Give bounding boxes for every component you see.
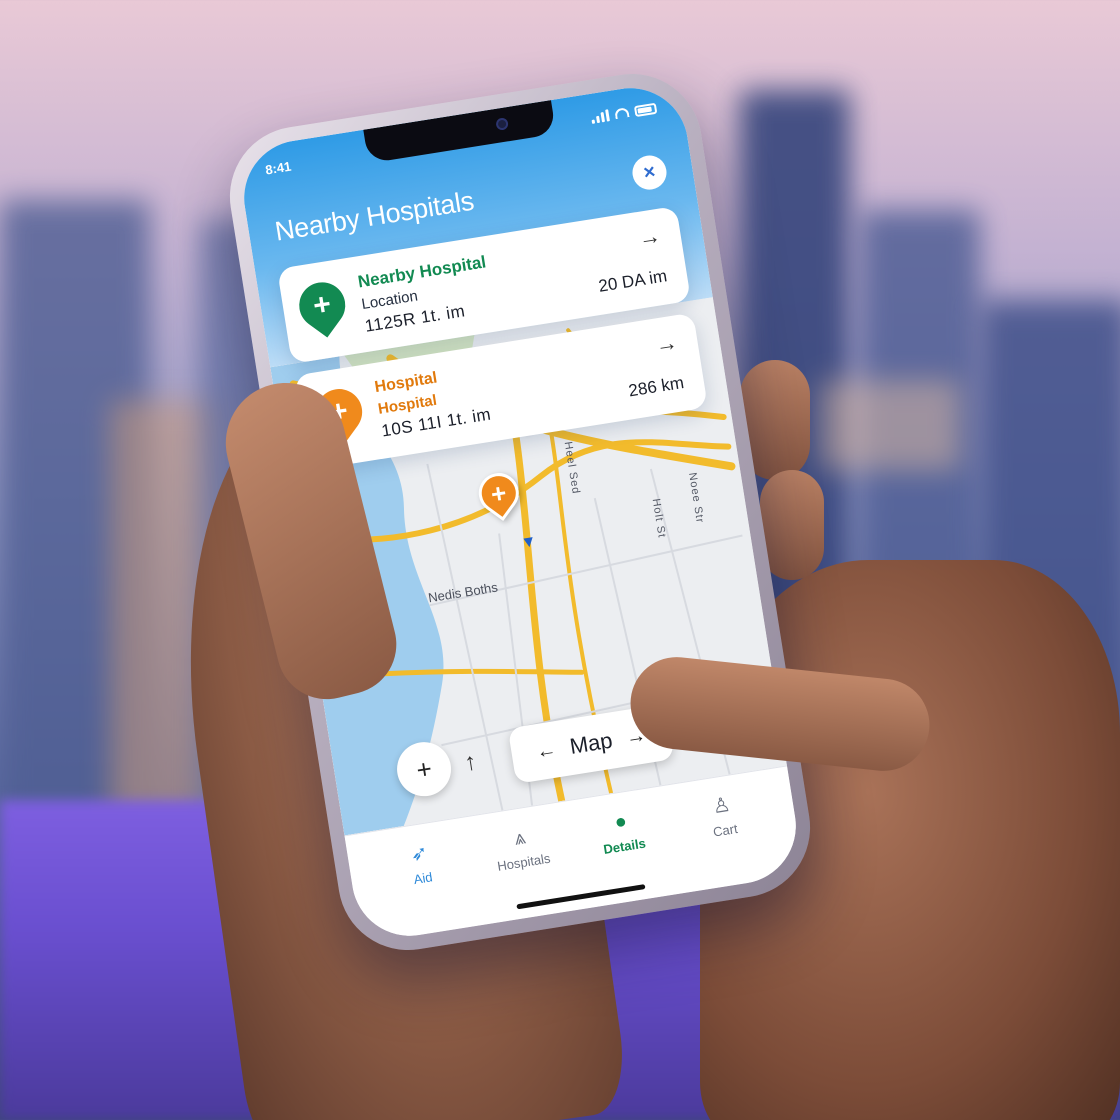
hospital-pin-icon: + [290,273,355,338]
tab-aid[interactable]: ➶ Aid [383,838,459,891]
camera-icon [495,117,509,131]
arrow-right-icon[interactable]: → [654,329,680,358]
status-icons [590,102,658,124]
arrow-right-icon[interactable]: → [637,223,663,252]
page-title: Nearby Hospitals [272,185,476,247]
tab-details[interactable]: ● Details [584,806,660,859]
person-icon: ♙ [710,793,733,819]
pin-icon: ● [613,810,629,834]
tab-label: Hospitals [496,850,552,874]
tab-label: Aid [412,869,434,888]
right-finger [760,470,824,580]
tab-label: Details [602,835,647,857]
tab-label: Cart [712,820,739,840]
signal-icon [590,109,610,124]
location-icon: ➶ [409,841,430,867]
hospital-icon: ⩓ [512,826,528,850]
map-toggle-label: Map [567,727,615,759]
blurred-window-light [820,380,960,470]
wifi-icon [614,107,630,120]
arrow-left-icon: ← [534,737,558,763]
battery-icon [633,102,658,117]
close-button[interactable]: × [630,153,669,193]
navigation-arrow-icon: ▼ [519,532,538,553]
hospital-cross-icon: + [488,477,509,510]
status-time: 8:41 [264,158,293,178]
home-indicator[interactable] [516,884,646,910]
tab-hospitals[interactable]: ⩓ Hospitals [484,822,560,875]
tab-cart[interactable]: ♙ Cart [685,790,761,843]
